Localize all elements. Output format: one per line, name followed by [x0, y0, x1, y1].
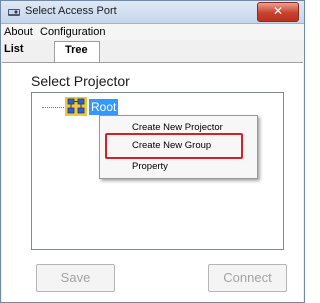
menu-property[interactable]: Property	[132, 161, 168, 172]
app-window: Select Access Port ✕ About Configuration…	[0, 0, 305, 303]
menu-about[interactable]: About	[4, 26, 33, 38]
network-group-icon	[65, 97, 87, 116]
menu-configuration[interactable]: Configuration	[40, 26, 105, 38]
tree-node-root[interactable]: Root	[89, 99, 119, 115]
close-button[interactable]: ✕	[257, 2, 299, 22]
annotation-highlight-box	[105, 133, 243, 159]
title-bar[interactable]: Select Access Port ✕	[1, 1, 304, 24]
tab-tree[interactable]: Tree	[54, 41, 100, 64]
close-icon: ✕	[272, 4, 284, 18]
window-title: Select Access Port	[25, 5, 117, 17]
tree-connector	[42, 107, 64, 108]
tab-tree-label: Tree	[65, 44, 88, 56]
app-icon	[8, 9, 20, 16]
connect-button[interactable]: Connect	[208, 264, 287, 292]
panel-heading: Select Projector	[31, 73, 130, 89]
save-button[interactable]: Save	[36, 264, 115, 292]
menu-create-new-projector[interactable]: Create New Projector	[132, 122, 223, 133]
menu-bar: About Configuration	[1, 24, 304, 40]
tab-bar: List	[1, 40, 304, 61]
tab-list[interactable]: List	[4, 43, 24, 55]
